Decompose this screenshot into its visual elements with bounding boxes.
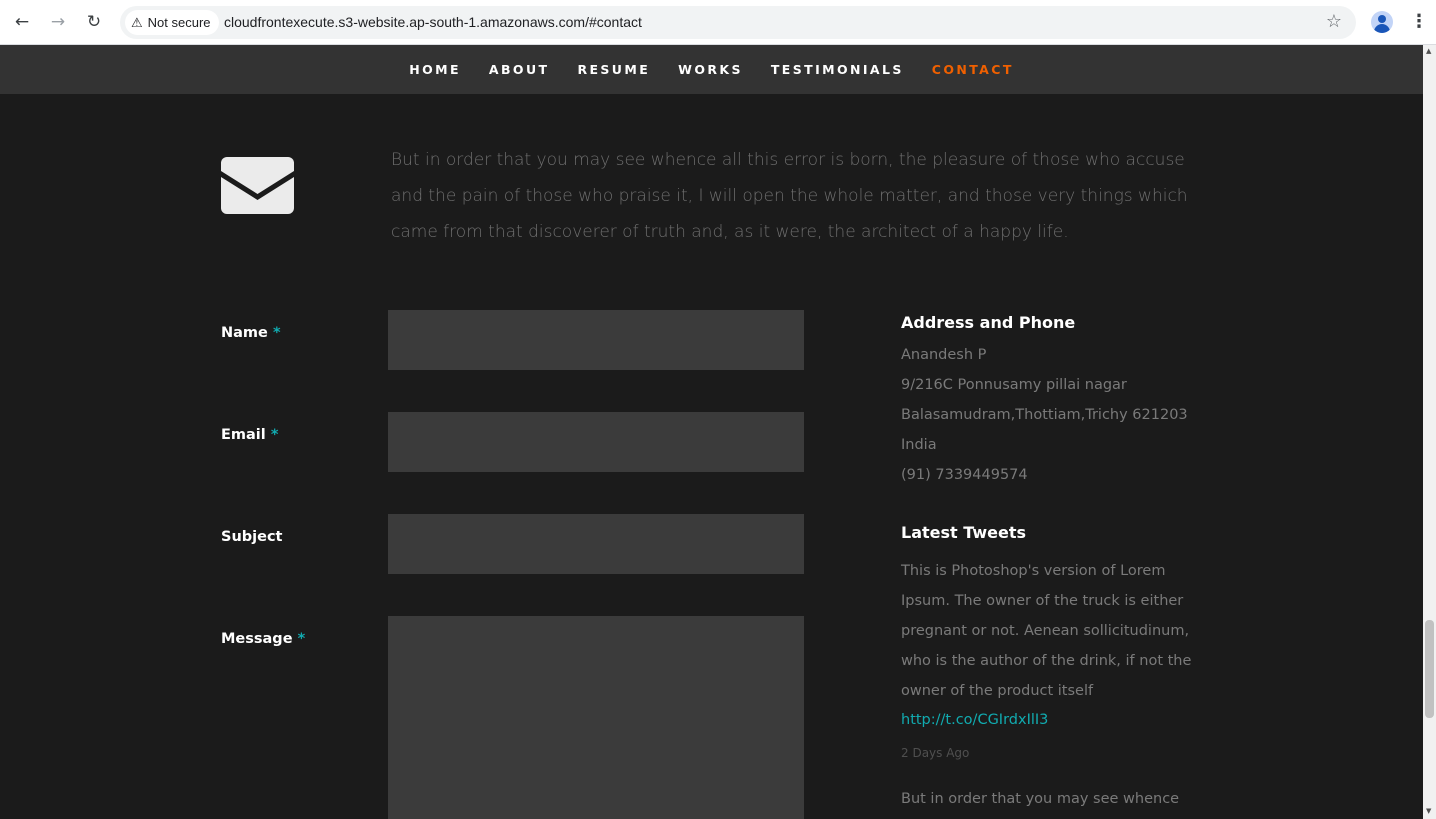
forward-arrow-icon[interactable]: → — [46, 10, 70, 34]
address-bar[interactable]: ⚠ Not secure cloudfrontexecute.s3-websit… — [120, 6, 1356, 39]
tweet-text: This is Photoshop's version of Lorem Ips… — [901, 563, 1192, 699]
nav-item-contact[interactable]: CONTACT — [932, 62, 1014, 77]
scroll-down-icon[interactable]: ▼ — [1426, 807, 1431, 815]
message-textarea[interactable] — [388, 616, 804, 819]
address-city: Balasamudram,Thottiam,Trichy 621203 — [901, 407, 1188, 423]
subject-input[interactable] — [388, 514, 804, 574]
nav-item-home[interactable]: HOME — [409, 62, 461, 77]
url-text[interactable]: cloudfrontexecute.s3-website.ap-south-1.… — [224, 14, 642, 30]
subject-label: Subject — [221, 529, 283, 545]
nav-item-resume[interactable]: RESUME — [577, 62, 650, 77]
tweet-timestamp: 2 Days Ago — [901, 746, 970, 760]
address-country: India — [901, 437, 937, 453]
scroll-up-icon[interactable]: ▲ — [1426, 47, 1431, 55]
tweet-text: But in order that you may see whence all — [901, 791, 1180, 807]
site-nav: HOME ABOUT RESUME WORKS TESTIMONIALS CON… — [0, 45, 1423, 94]
contact-lead-text: But in order that you may see whence all… — [391, 150, 1188, 242]
name-label: Name * — [221, 325, 281, 341]
nav-item-works[interactable]: WORKS — [678, 62, 743, 77]
address-name: Anandesh P — [901, 347, 987, 363]
message-label: Message * — [221, 631, 306, 647]
security-label: Not secure — [147, 15, 211, 30]
name-input[interactable] — [388, 310, 804, 370]
address-phone: (91) 7339449574 — [901, 467, 1028, 483]
required-mark: * — [270, 427, 279, 443]
back-arrow-icon[interactable]: ← — [10, 10, 34, 34]
tweets-heading: Latest Tweets — [901, 523, 1027, 542]
browser-toolbar: ← → ↻ ⚠ Not secure cloudfrontexecute.s3-… — [0, 0, 1436, 45]
email-input[interactable] — [388, 412, 804, 472]
required-mark: * — [272, 325, 281, 341]
tweet-link[interactable]: http://t.co/CGIrdxIlI3 — [901, 712, 1048, 728]
warning-icon: ⚠ — [131, 14, 143, 30]
reload-icon[interactable]: ↻ — [82, 10, 106, 34]
page-scrollbar[interactable]: ▲ ▼ — [1423, 45, 1436, 819]
address-heading: Address and Phone — [901, 313, 1076, 332]
envelope-icon — [221, 157, 294, 214]
address-block: Anandesh P 9/216C Ponnusamy pillai nagar… — [901, 340, 1188, 490]
bookmark-star-icon[interactable]: ☆ — [1326, 11, 1342, 32]
email-label: Email * — [221, 427, 279, 443]
scrollbar-thumb[interactable] — [1425, 620, 1434, 718]
profile-avatar-icon[interactable] — [1371, 11, 1393, 33]
address-street: 9/216C Ponnusamy pillai nagar — [901, 377, 1127, 393]
required-mark: * — [297, 631, 306, 647]
menu-kebab-icon[interactable]: ⋮ — [1410, 11, 1428, 33]
nav-item-testimonials[interactable]: TESTIMONIALS — [771, 62, 904, 77]
contact-section: But in order that you may see whence all… — [0, 94, 1423, 819]
security-chip[interactable]: ⚠ Not secure — [125, 10, 219, 35]
nav-item-about[interactable]: ABOUT — [489, 62, 550, 77]
